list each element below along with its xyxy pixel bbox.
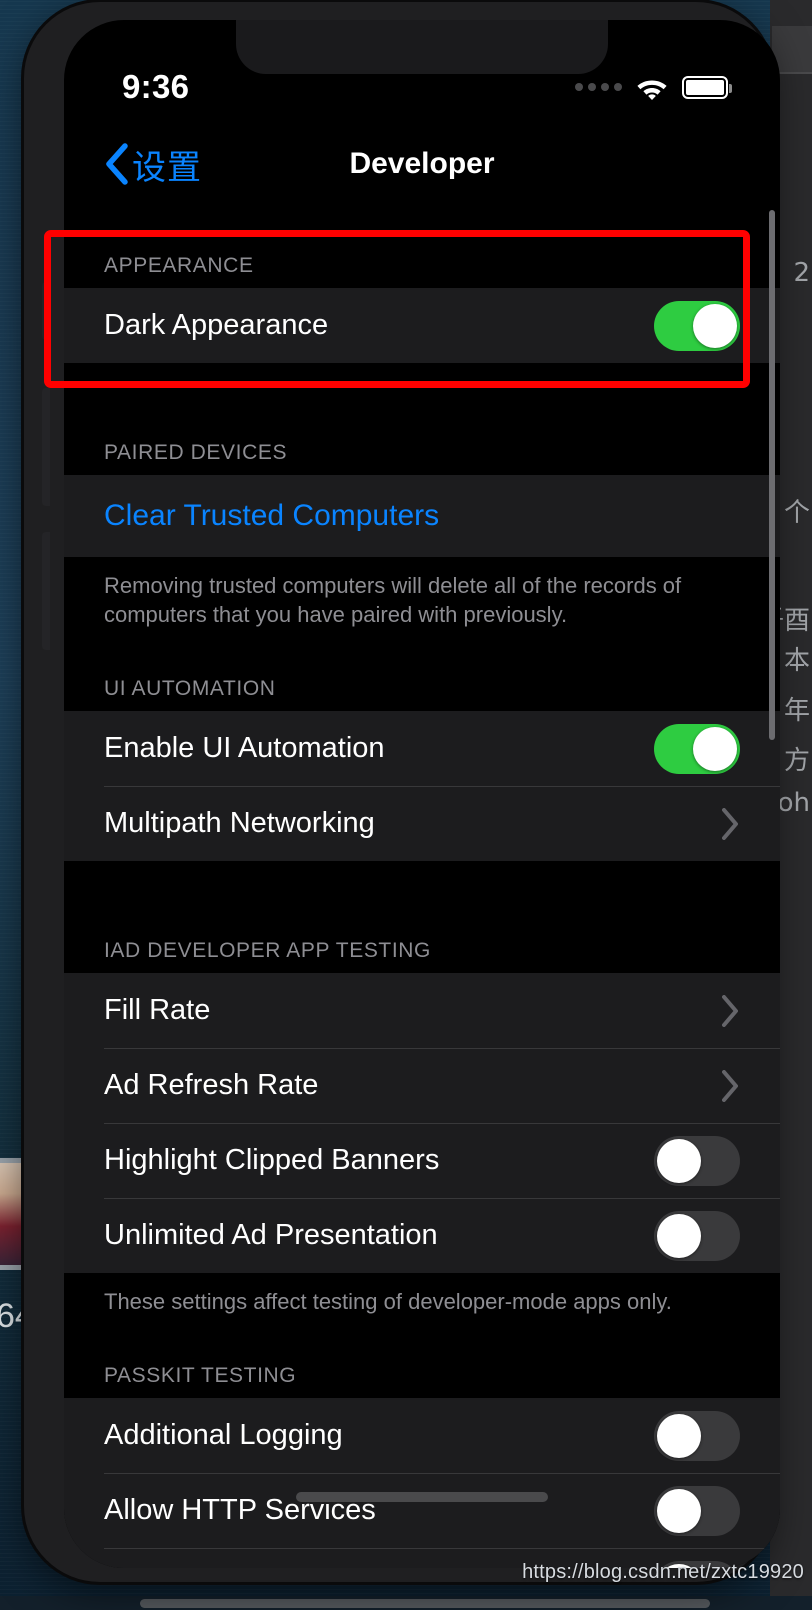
background-bottom-bar xyxy=(0,1596,812,1610)
silent-switch-button[interactable] xyxy=(42,282,50,340)
home-indicator[interactable] xyxy=(296,1492,548,1502)
background-text-3: 本 xyxy=(783,646,810,676)
row-label: Dark Appearance xyxy=(104,309,329,341)
section-gap-appearance xyxy=(64,363,780,419)
row-label: Fill Rate xyxy=(104,994,211,1027)
status-icons xyxy=(575,75,732,100)
toggle-additional-logging[interactable] xyxy=(654,1410,740,1461)
section-header-passkit-testing: PASSKIT TESTING xyxy=(64,1342,780,1399)
row-fill-rate[interactable]: Fill Rate xyxy=(64,973,780,1049)
row-additional-logging[interactable]: Additional Logging xyxy=(64,1398,780,1474)
toggle-allow-http-services[interactable] xyxy=(654,1485,740,1536)
toggle-unlimited-ad-presentation[interactable] xyxy=(654,1210,740,1261)
section-group-appearance: Dark Appearance xyxy=(64,288,780,363)
back-button-label: 设置 xyxy=(132,147,202,188)
row-label: Unlimited Ad Presentation xyxy=(104,1219,438,1252)
battery-full-icon xyxy=(682,75,732,99)
row-label: Multipath Networking xyxy=(104,807,375,840)
chevron-left-icon xyxy=(104,143,128,185)
section-group-ui-automation: Enable UI Automation Multipath Networkin… xyxy=(64,711,780,862)
background-text-5: 方 xyxy=(783,746,810,776)
section-header-appearance: APPEARANCE xyxy=(64,232,780,288)
section-header-iad-developer-app-testing: IAD DEVELOPER APP TESTING xyxy=(64,917,780,974)
background-text-4: 年 xyxy=(783,696,810,726)
row-unlimited-ad-presentation[interactable]: Unlimited Ad Presentation xyxy=(64,1198,780,1274)
watermark-text: https://blog.csdn.net/zxtc19920 xyxy=(522,1561,804,1583)
toggle-dark-appearance[interactable] xyxy=(654,300,740,351)
wifi-icon xyxy=(635,75,669,100)
navigation-bar: Developer 设置 xyxy=(64,120,780,208)
section-group-passkit-testing: Additional Logging Allow HTTP Services D… xyxy=(64,1398,780,1568)
status-time: 9:36 xyxy=(122,68,190,105)
settings-list[interactable]: APPEARANCE Dark Appearance PAIRED DEVICE… xyxy=(64,208,780,1568)
chevron-right-icon xyxy=(720,1069,740,1103)
chevron-right-icon xyxy=(720,807,740,841)
section-footer-iad-developer-app-testing: These settings affect testing of develop… xyxy=(64,1273,780,1343)
vertical-scrollbar[interactable] xyxy=(769,210,775,740)
section-header-paired-devices: PAIRED DEVICES xyxy=(64,419,780,475)
phone-screen: 9:36 Developer 设置 APPEARANCE Dark Appear… xyxy=(64,20,780,1568)
row-dark-appearance[interactable]: Dark Appearance xyxy=(64,288,780,363)
row-enable-ui-automation[interactable]: Enable UI Automation xyxy=(64,711,780,787)
background-text-6: oh xyxy=(777,788,810,818)
section-footer-paired-devices: Removing trusted computers will delete a… xyxy=(64,557,780,656)
row-label: Enable UI Automation xyxy=(104,732,385,765)
row-ad-refresh-rate[interactable]: Ad Refresh Rate xyxy=(64,1048,780,1124)
phone-device-frame: 9:36 Developer 设置 APPEARANCE Dark Appear… xyxy=(24,2,780,1582)
volume-up-button[interactable] xyxy=(42,388,50,506)
row-multipath-networking[interactable]: Multipath Networking xyxy=(64,786,780,862)
row-label: Clear Trusted Computers xyxy=(104,499,440,532)
chevron-right-icon xyxy=(720,994,740,1028)
row-clear-trusted-computers[interactable]: Clear Trusted Computers xyxy=(64,475,780,557)
section-group-paired-devices: Clear Trusted Computers xyxy=(64,475,780,557)
background-horizontal-scrollbar[interactable] xyxy=(140,1599,710,1608)
row-allow-http-services[interactable]: Allow HTTP Services xyxy=(64,1473,780,1549)
signal-dots-icon xyxy=(575,83,622,91)
volume-down-button[interactable] xyxy=(42,532,50,650)
background-text-0: 2 xyxy=(793,258,810,288)
background-text-1: 个 xyxy=(783,498,810,528)
back-button[interactable]: 设置 xyxy=(104,140,202,189)
list-top-gap xyxy=(64,208,780,232)
section-group-iad-developer-app-testing: Fill Rate Ad Refresh Rate Highlight Clip… xyxy=(64,973,780,1274)
notch xyxy=(236,20,608,74)
section-gap-ui-automation xyxy=(64,861,780,918)
section-header-ui-automation: UI AUTOMATION xyxy=(64,655,780,712)
row-label: Highlight Clipped Banners xyxy=(104,1144,440,1177)
toggle-highlight-clipped-banners[interactable] xyxy=(654,1135,740,1186)
row-label: Ad Refresh Rate xyxy=(104,1069,319,1102)
row-highlight-clipped-banners[interactable]: Highlight Clipped Banners xyxy=(64,1123,780,1199)
toggle-enable-ui-automation[interactable] xyxy=(654,723,740,774)
row-label: Additional Logging xyxy=(104,1419,343,1452)
